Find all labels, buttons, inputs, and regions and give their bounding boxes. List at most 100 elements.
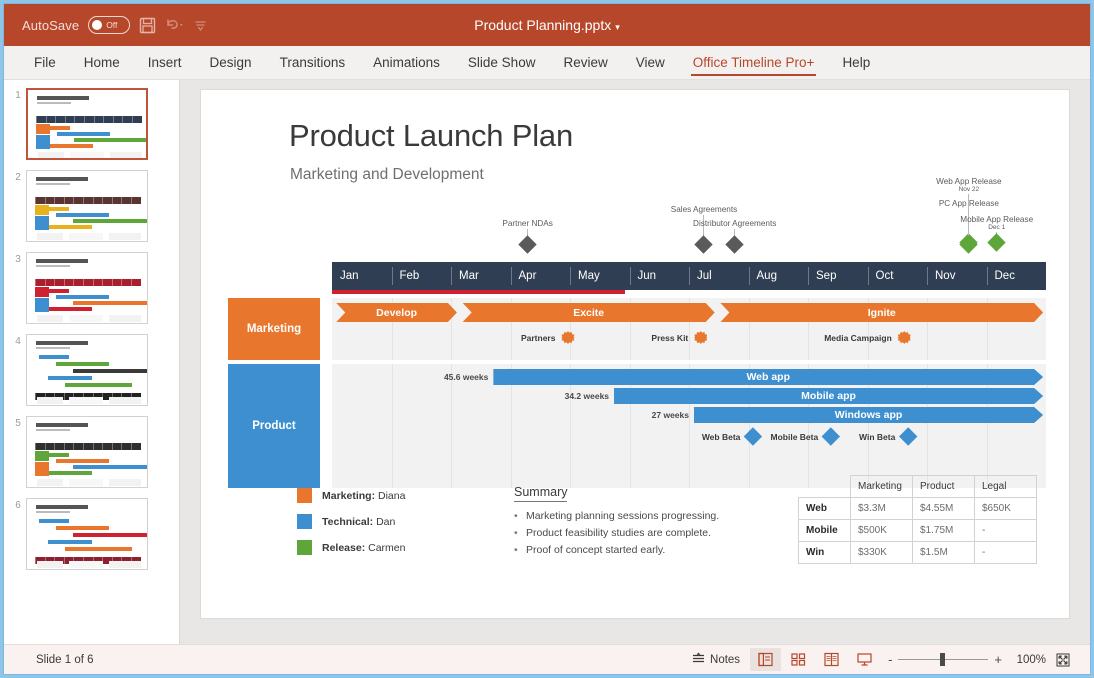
thumbnail-row-6[interactable]: 6 (4, 498, 179, 580)
cost-table-row-header: Web (799, 498, 851, 520)
slide-canvas[interactable]: Product Launch Plan Marketing and Develo… (201, 90, 1069, 618)
axis-month-label: Jan (340, 270, 359, 282)
task-bar-windows-app[interactable]: Windows app (694, 407, 1043, 423)
slide-thumbnail-5[interactable] (26, 416, 148, 488)
axis-month-mar: Mar (451, 262, 511, 290)
thumbnail-row-3[interactable]: 3 (4, 252, 179, 334)
ribbon-tab-slide-show[interactable]: Slide Show (454, 46, 550, 79)
axis-month-may: May (570, 262, 630, 290)
lane-milestone-partners[interactable]: Partners (521, 331, 575, 344)
ribbon-tab-insert[interactable]: Insert (134, 46, 196, 79)
slide-thumbnail-4[interactable] (26, 334, 148, 406)
ribbon-tab-design[interactable]: Design (196, 46, 266, 79)
timeline-milestone-partner-ndas[interactable]: Partner NDAs (468, 219, 588, 251)
ribbon-tab-transitions[interactable]: Transitions (266, 46, 360, 79)
customize-quick-access-icon[interactable] (194, 19, 207, 32)
cost-table-cell: $1.75M (913, 520, 975, 542)
cost-table-corner (799, 476, 851, 498)
autosave-state-label: Off (106, 20, 117, 30)
ribbon-tab-label: Home (84, 55, 120, 70)
milestone-label: PC App Release (909, 199, 1029, 208)
ribbon-tab-animations[interactable]: Animations (359, 46, 454, 79)
cost-table-cell: $1.5M (913, 542, 975, 564)
lane-milestone-web-beta[interactable]: Web Beta (702, 430, 760, 443)
slide-thumbnail-6[interactable] (26, 498, 148, 570)
swimlane-marketing[interactable]: Marketing Develop Excite Ignite Partners Pres… (228, 298, 1046, 360)
ribbon-tab-view[interactable]: View (622, 46, 679, 79)
title-bar: AutoSave Off Product Planning.pptx▾ (4, 4, 1090, 46)
swimlane-label: Marketing (228, 298, 320, 360)
ribbon-tab-label: Review (563, 55, 607, 70)
ribbon-tab-file[interactable]: File (20, 46, 70, 79)
thumbnail-row-2[interactable]: 2 (4, 170, 179, 252)
slide-thumbnail-3[interactable] (26, 252, 148, 324)
reading-view-button[interactable] (816, 648, 847, 671)
ribbon-tab-office-timeline-pro[interactable]: Office Timeline Pro+ (679, 46, 829, 79)
slide-thumbnail-pane[interactable]: 123456 (4, 80, 180, 644)
undo-icon[interactable] (165, 17, 185, 34)
ribbon-tab-label: File (34, 55, 56, 70)
lane-milestone-mobile-beta[interactable]: Mobile Beta (771, 430, 838, 443)
slide-thumbnail-2[interactable] (26, 170, 148, 242)
phase-bar-excite[interactable]: Excite (463, 303, 715, 322)
summary-block: Summary Marketing planning sessions prog… (514, 483, 734, 561)
timeline-graphic[interactable]: JanFebMarAprMayJunJulAugSepOctNovDec Par… (228, 168, 1046, 528)
zoom-slider[interactable]: - + (882, 652, 1008, 667)
timeline-milestone-distributor-agreements[interactable]: Distributor Agreements (675, 219, 795, 251)
lane-milestone-label: Win Beta (859, 432, 895, 442)
fit-to-window-button[interactable] (1048, 649, 1078, 671)
zoom-level-label[interactable]: 100% (1010, 654, 1046, 666)
task-bar-label: Mobile app (801, 390, 856, 402)
swimlane-label: Product (228, 364, 320, 488)
ribbon-tab-help[interactable]: Help (828, 46, 884, 79)
autosave-toggle[interactable]: Off (88, 16, 130, 34)
timeline-month-axis: JanFebMarAprMayJunJulAugSepOctNovDec (332, 262, 1046, 290)
thumbnail-row-5[interactable]: 5 (4, 416, 179, 498)
slide-show-button[interactable] (849, 648, 880, 671)
slide-title[interactable]: Product Launch Plan (289, 118, 573, 154)
lane-milestone-label: Press Kit (651, 333, 688, 343)
zoom-in-button[interactable]: + (994, 652, 1002, 667)
zoom-thumb[interactable] (940, 653, 945, 666)
phase-bar-ignite[interactable]: Ignite (720, 303, 1043, 322)
save-icon[interactable] (139, 17, 156, 34)
zoom-track[interactable] (898, 659, 988, 660)
zoom-out-button[interactable]: - (888, 652, 892, 667)
thumbnail-row-1[interactable]: 1 (4, 88, 179, 170)
diamond-icon (822, 427, 840, 445)
thumbnail-row-4[interactable]: 4 (4, 334, 179, 416)
slide-sorter-button[interactable] (783, 648, 814, 671)
ribbon-tabs: File Home Insert DesignTransitionsAnimation… (4, 46, 1090, 80)
phase-bar-label: Develop (376, 307, 417, 319)
task-bar-label: Web app (746, 371, 790, 383)
lane-milestone-label: Web Beta (702, 432, 741, 442)
thumbnail-preview (27, 417, 147, 487)
axis-month-label: Mar (459, 270, 479, 282)
swimlane-product[interactable]: ProductWeb app45.6 weeksMobile app34.2 w… (228, 364, 1046, 488)
status-bar-right: Notes - + 100% (684, 648, 1090, 672)
legend-text: Technical: Dan (322, 516, 395, 528)
star-icon (561, 331, 574, 344)
summary-bullet: Product feasibility studies are complete… (514, 527, 734, 539)
axis-month-oct: Oct (868, 262, 928, 290)
notes-button[interactable]: Notes (684, 648, 748, 672)
axis-month-label: Feb (400, 270, 420, 282)
ribbon-tab-home[interactable]: Home (70, 46, 134, 79)
document-title-text: Product Planning.pptx (474, 17, 611, 33)
timeline-milestone-mobile-app-release[interactable]: Mobile App ReleaseDec 1 (937, 215, 1057, 249)
phase-bar-label: Ignite (868, 307, 896, 319)
cost-table-cell: - (975, 542, 1037, 564)
slide-thumbnail-1[interactable] (26, 88, 148, 160)
phase-bar-develop[interactable]: Develop (336, 303, 457, 322)
lane-milestone-press-kit[interactable]: Press Kit (651, 331, 707, 344)
milestone-date: Nov 22 (909, 186, 1029, 193)
lane-milestone-win-beta[interactable]: Win Beta (859, 430, 914, 443)
ribbon-tab-review[interactable]: Review (549, 46, 621, 79)
lane-milestone-media-campaign[interactable]: Media Campaign (824, 331, 911, 344)
task-bar-mobile-app[interactable]: Mobile app (614, 388, 1043, 404)
cost-table-cell: - (975, 520, 1037, 542)
ribbon-tab-label: Insert (148, 55, 182, 70)
normal-view-button[interactable] (750, 648, 781, 671)
summary-bullet-list: Marketing planning sessions progressing.… (514, 510, 734, 556)
task-bar-web-app[interactable]: Web app (493, 369, 1043, 385)
